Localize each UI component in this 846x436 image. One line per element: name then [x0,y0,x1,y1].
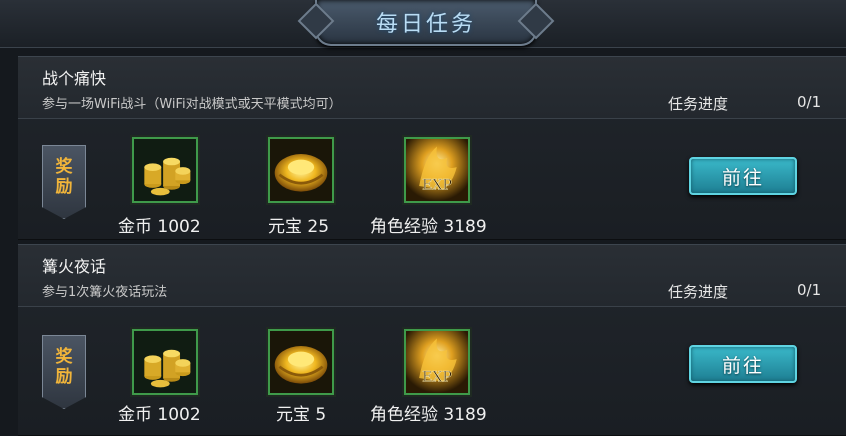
task-card: 战个痛快 参与一场WiFi战斗（WiFi对战模式或天平模式均可） 任务进度 0/… [18,56,846,240]
gold-ingot-icon[interactable] [268,329,334,395]
reward-label: 金币 1002 [118,405,201,425]
gold-coins-icon[interactable] [132,137,198,203]
task-header: 篝火夜话 参与1次篝火夜话玩法 任务进度 0/1 [18,245,846,307]
progress-label: 任务进度 [668,95,729,113]
reward-label: 元宝 5 [276,405,327,425]
page-title: 每日任务 [375,12,476,37]
reward-label: 角色经验 3189 [370,405,487,425]
progress-value: 0/1 [797,93,822,111]
gold-ingot-icon[interactable] [268,137,334,203]
task-name: 篝火夜话 [42,257,107,276]
exp-text: EXP [422,370,452,386]
reward-tag: 奖 励 [42,145,86,219]
reward-tag: 奖 励 [42,335,86,409]
reward-tag-char: 励 [55,177,73,197]
gold-coins-icon[interactable] [132,329,198,395]
task-card: 篝火夜话 参与1次篝火夜话玩法 任务进度 0/1 奖 励 金币 1002 元宝 … [18,244,846,436]
reward-tag-char: 奖 [55,157,73,177]
go-button[interactable]: 前往 [689,345,797,383]
reward-label: 角色经验 3189 [370,217,487,237]
task-description: 参与1次篝火夜话玩法 [42,285,168,300]
exp-icon[interactable]: EXP [404,137,470,203]
progress-label: 任务进度 [668,283,729,301]
reward-label: 元宝 25 [268,217,330,237]
go-button[interactable]: 前往 [689,157,797,195]
task-name: 战个痛快 [42,69,107,88]
reward-tag-char: 奖 [55,347,73,367]
progress-value: 0/1 [797,281,822,299]
exp-text: EXP [422,178,452,194]
reward-label: 金币 1002 [118,217,201,237]
exp-icon[interactable]: EXP [404,329,470,395]
task-header: 战个痛快 参与一场WiFi战斗（WiFi对战模式或天平模式均可） 任务进度 0/… [18,57,846,119]
title-plate: 每日任务 [315,0,537,46]
reward-tag-char: 励 [55,367,73,387]
task-description: 参与一场WiFi战斗（WiFi对战模式或天平模式均可） [42,97,342,112]
